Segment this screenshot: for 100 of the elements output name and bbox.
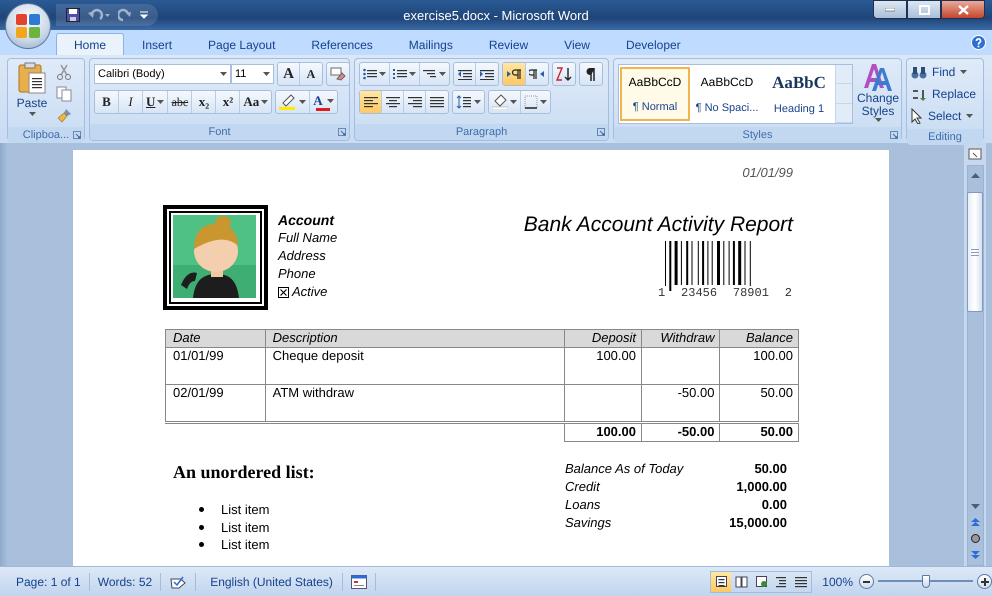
scissors-icon[interactable] — [56, 64, 72, 80]
list-item: List item — [221, 501, 270, 518]
help-icon[interactable] — [971, 35, 986, 50]
zoom-thumb[interactable] — [922, 575, 930, 588]
next-page-icon[interactable] — [970, 551, 980, 559]
dialog-launcher-icon[interactable] — [338, 128, 346, 136]
caret-icon — [299, 100, 306, 104]
minimize-button[interactable] — [873, 0, 907, 19]
customize-caret-icon[interactable] — [140, 11, 148, 19]
borders-icon — [524, 95, 538, 109]
column-header: Description — [265, 330, 564, 348]
editing-button[interactable]: Find — [911, 62, 976, 82]
summary-label: Loans — [565, 496, 600, 514]
multilevel-list-icon — [423, 68, 437, 80]
caret-icon — [510, 100, 517, 104]
style-option[interactable]: AaBbCcD ¶ Normal — [620, 67, 690, 121]
redo-icon[interactable] — [118, 8, 132, 22]
styles-letters-icon — [862, 62, 894, 92]
checkbox[interactable] — [278, 286, 289, 298]
column-header: Balance — [720, 330, 798, 348]
office-button[interactable] — [6, 4, 50, 48]
text-direction-button[interactable] — [503, 63, 526, 85]
paste-button[interactable]: Paste — [12, 62, 52, 124]
font-size-dropdown[interactable]: 11 — [231, 64, 274, 84]
group-label: Paragraph — [456, 126, 508, 138]
ribbon-tab[interactable]: Insert — [124, 33, 190, 55]
summary-label: Balance As of Today — [565, 460, 684, 478]
caret-icon — [966, 114, 974, 118]
summary-value: 1,000.00 — [736, 478, 787, 496]
shrink-font-button[interactable]: A — [300, 63, 322, 85]
checkbox-label: Active — [292, 283, 328, 301]
clipboard-icon — [17, 62, 47, 94]
view-button[interactable] — [711, 572, 732, 592]
maximize-button[interactable] — [907, 0, 941, 19]
alignment-button[interactable] — [360, 91, 382, 113]
table-cell: 100.00 — [720, 348, 798, 384]
ribbon-tab[interactable]: View — [546, 33, 608, 55]
scroll-up-icon[interactable] — [970, 172, 980, 178]
caret-icon — [409, 72, 416, 76]
format-button[interactable]: Aa — [240, 91, 272, 113]
format-button[interactable]: U — [143, 91, 168, 113]
format-button[interactable]: B — [95, 91, 119, 113]
close-icon — [958, 4, 968, 14]
ribbon-tab[interactable]: Mailings — [390, 33, 471, 55]
ribbon-tab[interactable]: Page Layout — [190, 33, 294, 55]
dialog-launcher-icon[interactable] — [890, 131, 898, 139]
brush-icon[interactable] — [56, 108, 72, 124]
paint-bucket-icon — [492, 94, 508, 110]
draft-icon — [794, 575, 808, 588]
ribbon-tab[interactable]: References — [293, 33, 391, 55]
change-styles-button[interactable]: Change Styles — [857, 62, 900, 124]
highlighter-icon — [279, 94, 298, 110]
close-button[interactable] — [941, 0, 985, 19]
table-cell: ATM withdraw — [265, 384, 564, 422]
previous-page-icon[interactable] — [970, 518, 980, 526]
ribbon-tab[interactable]: Developer — [608, 33, 699, 55]
editing-button[interactable]: Select — [911, 106, 976, 126]
language-indicator[interactable]: English (United States) — [196, 572, 343, 590]
total-cell: -50.00 — [641, 422, 720, 442]
caret-icon — [220, 72, 227, 76]
format-button[interactable]: x₂ — [192, 91, 216, 113]
bullet-icon — [199, 507, 204, 512]
caret-icon — [474, 100, 481, 104]
zoom-out-button[interactable] — [859, 574, 874, 589]
scroll-down-icon[interactable] — [970, 504, 980, 510]
caret-icon — [28, 112, 36, 116]
format-button[interactable]: abc — [168, 91, 192, 113]
editing-button[interactable]: Replace — [911, 84, 976, 104]
summary-label: Credit — [565, 478, 600, 496]
page-count[interactable]: Page: 1 of 1 — [8, 572, 90, 590]
zoom-in-button[interactable] — [977, 574, 992, 589]
bullet-icon — [199, 524, 204, 530]
caret-icon — [874, 118, 882, 122]
scroll-thumb[interactable] — [967, 192, 983, 312]
format-button[interactable]: I — [119, 91, 143, 113]
pilcrow-icon — [585, 67, 597, 81]
bullets-button[interactable] — [360, 63, 390, 85]
format-button[interactable]: x² — [216, 91, 240, 113]
list-heading: An unordered list: — [173, 462, 315, 483]
browse-object-icon[interactable] — [970, 534, 980, 543]
dialog-launcher-icon[interactable] — [597, 128, 605, 136]
shading-button[interactable] — [489, 91, 521, 113]
proofing-icon[interactable] — [169, 574, 188, 588]
numbering-button[interactable] — [390, 63, 420, 85]
copy-icon[interactable] — [56, 86, 72, 102]
dialog-launcher-icon[interactable] — [73, 131, 81, 139]
undo-icon[interactable] — [88, 8, 110, 22]
vertical-scrollbar[interactable] — [966, 165, 984, 566]
increase-indent-icon — [480, 68, 494, 80]
highlight-button[interactable] — [276, 91, 310, 113]
ribbon-tab[interactable]: Home — [56, 33, 124, 55]
grow-font-button[interactable]: A — [278, 63, 300, 85]
font-name-dropdown[interactable]: Calibri (Body) — [94, 64, 231, 84]
ribbon-tab[interactable]: Review — [470, 33, 546, 55]
decrease-indent-icon — [458, 68, 472, 80]
macro-icon[interactable] — [350, 574, 367, 588]
account-field: Address — [278, 247, 338, 265]
word-count[interactable]: Words: 52 — [90, 572, 162, 590]
zoom-level[interactable]: 100% — [822, 574, 853, 588]
save-icon[interactable] — [66, 8, 80, 22]
